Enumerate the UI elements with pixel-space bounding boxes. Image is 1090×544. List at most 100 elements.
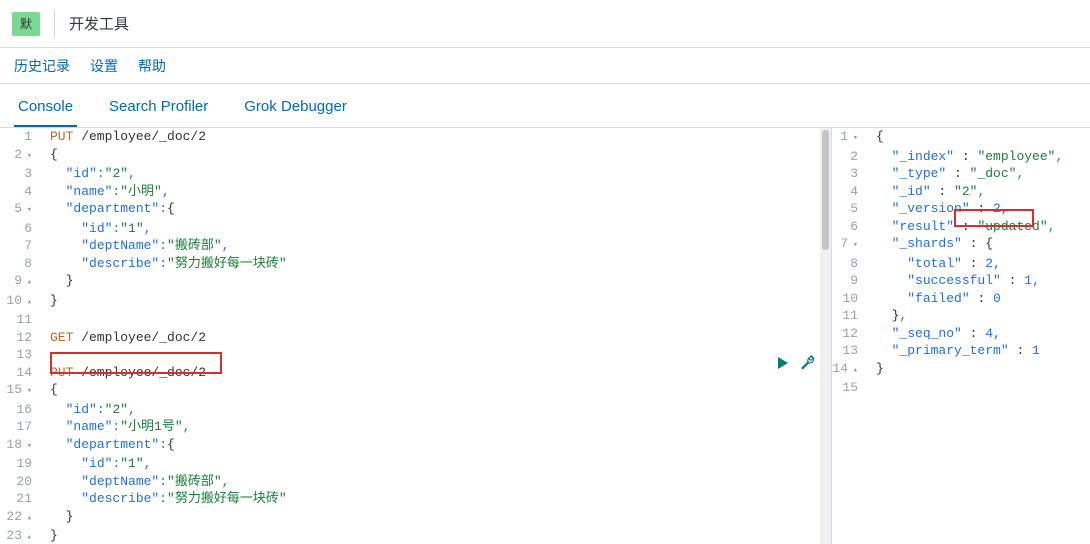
code-content[interactable]: PUT /employee/_doc/2	[42, 364, 831, 382]
editor-line[interactable]: 20 "deptName":"搬砖部",	[0, 473, 831, 491]
code-content[interactable]: "describe":"努力搬好每一块砖"	[42, 255, 831, 273]
editor-line[interactable]: 19 "id":"1",	[0, 455, 831, 473]
fold-icon[interactable]: ▴	[850, 362, 858, 380]
editor-line[interactable]: 4 "name":"小明",	[0, 183, 831, 201]
response-line[interactable]: 10 "failed" : 0	[832, 290, 1090, 308]
editor-line[interactable]: 22▴ }	[0, 508, 831, 528]
response-viewer[interactable]: 1▾{2 "_index" : "employee",3 "_type" : "…	[832, 128, 1090, 544]
response-line[interactable]: 15	[832, 379, 1090, 397]
code-content[interactable]: "_shards" : {	[868, 235, 1090, 255]
response-line[interactable]: 6 "result" : "updated",	[832, 218, 1090, 236]
code-content[interactable]: "_seq_no" : 4,	[868, 325, 1090, 343]
editor-line[interactable]: 13	[0, 346, 831, 364]
code-content[interactable]: "name":"小明1号",	[42, 418, 831, 436]
tab-console[interactable]: Console	[14, 88, 77, 127]
editor-line[interactable]: 17 "name":"小明1号",	[0, 418, 831, 436]
code-content[interactable]: "id":"1",	[42, 220, 831, 238]
editor-line[interactable]: 2▾{	[0, 146, 831, 166]
line-number: 12	[0, 329, 42, 347]
code-content[interactable]: "id":"2",	[42, 401, 831, 419]
response-line[interactable]: 12 "_seq_no" : 4,	[832, 325, 1090, 343]
subnav-history[interactable]: 历史记录	[14, 56, 70, 76]
code-content[interactable]: "result" : "updated",	[868, 218, 1090, 236]
fold-icon[interactable]: ▾	[24, 202, 32, 220]
tab-search-profiler[interactable]: Search Profiler	[105, 88, 212, 127]
wrench-icon[interactable]	[800, 355, 815, 370]
editor-line[interactable]: 7 "deptName":"搬砖部",	[0, 237, 831, 255]
space-badge[interactable]: 默	[12, 12, 40, 36]
fold-icon[interactable]: ▴	[24, 510, 32, 528]
code-content[interactable]: "department":{	[42, 200, 831, 220]
code-content[interactable]: "_index" : "employee",	[868, 148, 1090, 166]
fold-icon[interactable]: ▾	[850, 130, 858, 148]
editor-line[interactable]: 8 "describe":"努力搬好每一块砖"	[0, 255, 831, 273]
code-content[interactable]: "deptName":"搬砖部",	[42, 473, 831, 491]
editor-line[interactable]: 3 "id":"2",	[0, 165, 831, 183]
editor-scrollbar[interactable]	[820, 128, 831, 544]
editor-line[interactable]: 9▴ }	[0, 272, 831, 292]
code-content[interactable]: {	[42, 146, 831, 166]
tab-grok-debugger[interactable]: Grok Debugger	[240, 88, 351, 127]
code-content[interactable]: {	[42, 381, 831, 401]
fold-icon[interactable]: ▴	[24, 294, 32, 312]
response-line[interactable]: 5 "_version" : 2,	[832, 200, 1090, 218]
editor-line[interactable]: 15▾{	[0, 381, 831, 401]
code-content[interactable]: "_version" : 2,	[868, 200, 1090, 218]
code-content[interactable]: },	[868, 307, 1090, 325]
code-content[interactable]: {	[868, 128, 1090, 148]
code-content[interactable]: "_id" : "2",	[868, 183, 1090, 201]
editor-line[interactable]: 5▾ "department":{	[0, 200, 831, 220]
editor-line[interactable]: 23▴}	[0, 527, 831, 544]
code-content[interactable]: "_primary_term" : 1	[868, 342, 1090, 360]
response-line[interactable]: 4 "_id" : "2",	[832, 183, 1090, 201]
fold-icon[interactable]: ▾	[24, 383, 32, 401]
response-line[interactable]: 3 "_type" : "_doc",	[832, 165, 1090, 183]
code-content[interactable]: }	[42, 527, 831, 544]
response-line[interactable]: 14▴}	[832, 360, 1090, 380]
response-line[interactable]: 8 "total" : 2,	[832, 255, 1090, 273]
code-content[interactable]: "name":"小明",	[42, 183, 831, 201]
request-editor[interactable]: 1PUT /employee/_doc/22▾{3 "id":"2",4 "na…	[0, 128, 832, 544]
code-content[interactable]: "describe":"努力搬好每一块砖"	[42, 490, 831, 508]
fold-icon[interactable]: ▾	[24, 438, 32, 456]
editor-line[interactable]: 18▾ "department":{	[0, 436, 831, 456]
code-content[interactable]: }	[868, 360, 1090, 380]
editor-line[interactable]: 21 "describe":"努力搬好每一块砖"	[0, 490, 831, 508]
code-content[interactable]: }	[42, 292, 831, 312]
code-content[interactable]: "department":{	[42, 436, 831, 456]
code-content[interactable]: "total" : 2,	[868, 255, 1090, 273]
code-content[interactable]: GET /employee/_doc/2	[42, 329, 831, 347]
code-content[interactable]	[42, 311, 831, 329]
code-content[interactable]: "deptName":"搬砖部",	[42, 237, 831, 255]
editor-line[interactable]: 11	[0, 311, 831, 329]
response-line[interactable]: 13 "_primary_term" : 1	[832, 342, 1090, 360]
code-content[interactable]: "id":"1",	[42, 455, 831, 473]
fold-icon[interactable]: ▴	[24, 529, 32, 544]
play-icon[interactable]	[776, 356, 790, 370]
subnav-help[interactable]: 帮助	[138, 56, 166, 76]
response-line[interactable]: 9 "successful" : 1,	[832, 272, 1090, 290]
editor-line[interactable]: 1PUT /employee/_doc/2	[0, 128, 831, 146]
code-content[interactable]	[42, 346, 831, 364]
subnav-settings[interactable]: 设置	[90, 56, 118, 76]
fold-icon[interactable]: ▾	[24, 148, 32, 166]
editor-line[interactable]: 12GET /employee/_doc/2	[0, 329, 831, 347]
editor-line[interactable]: 10▴}	[0, 292, 831, 312]
code-content[interactable]	[868, 379, 1090, 397]
response-line[interactable]: 1▾{	[832, 128, 1090, 148]
fold-icon[interactable]: ▴	[24, 274, 32, 292]
response-line[interactable]: 2 "_index" : "employee",	[832, 148, 1090, 166]
code-content[interactable]: "id":"2",	[42, 165, 831, 183]
code-content[interactable]: "_type" : "_doc",	[868, 165, 1090, 183]
editor-line[interactable]: 16 "id":"2",	[0, 401, 831, 419]
fold-icon[interactable]: ▾	[850, 237, 858, 255]
code-content[interactable]: PUT /employee/_doc/2	[42, 128, 831, 146]
response-line[interactable]: 11 },	[832, 307, 1090, 325]
code-content[interactable]: "failed" : 0	[868, 290, 1090, 308]
code-content[interactable]: "successful" : 1,	[868, 272, 1090, 290]
editor-line[interactable]: 6 "id":"1",	[0, 220, 831, 238]
editor-line[interactable]: 14PUT /employee/_doc/2	[0, 364, 831, 382]
response-line[interactable]: 7▾ "_shards" : {	[832, 235, 1090, 255]
code-content[interactable]: }	[42, 508, 831, 528]
code-content[interactable]: }	[42, 272, 831, 292]
